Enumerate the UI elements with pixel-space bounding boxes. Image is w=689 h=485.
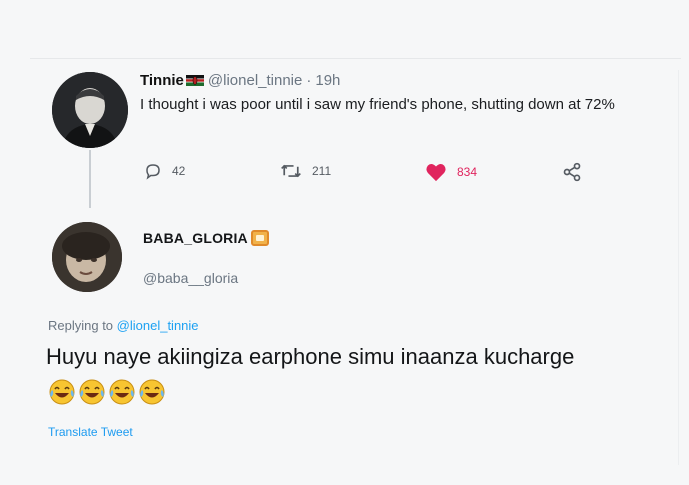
separator: · xyxy=(306,72,312,89)
face-with-tears-of-joy-icon xyxy=(49,379,75,405)
retweet-icon xyxy=(281,164,301,178)
top-divider xyxy=(30,58,681,59)
reply-button[interactable]: 42 xyxy=(144,162,185,180)
face-with-tears-of-joy-icon xyxy=(79,379,105,405)
reply-count: 42 xyxy=(172,164,186,178)
tweet-actions: 42 211 834 xyxy=(140,162,620,186)
kenya-flag-icon xyxy=(185,75,204,86)
avatar[interactable] xyxy=(52,222,122,292)
share-button[interactable] xyxy=(562,162,592,182)
reply-text-block: Huyu naye akiingiza earphone simu inaanz… xyxy=(46,340,606,408)
thread-line xyxy=(89,150,91,208)
avatar-photo xyxy=(52,222,122,292)
reply-text: Huyu naye akiingiza earphone simu inaanz… xyxy=(46,344,575,369)
display-name[interactable]: BABA_GLORIA xyxy=(143,230,248,246)
share-icon xyxy=(563,162,581,182)
face-with-tears-of-joy-icon xyxy=(109,379,135,405)
replying-prefix: Replying to xyxy=(48,318,117,333)
user-handle[interactable]: @baba__gloria xyxy=(143,270,238,286)
translate-tweet-link[interactable]: Translate Tweet xyxy=(48,425,133,439)
mention-link[interactable]: @lionel_tinnie xyxy=(117,318,199,333)
retweet-count: 211 xyxy=(312,164,332,178)
tweet-header: Tinnie @lionel_tinnie · 19h xyxy=(140,72,340,89)
retweet-button[interactable]: 211 xyxy=(280,162,331,180)
tweet-text: I thought i was poor until i saw my frie… xyxy=(140,96,615,113)
heart-icon xyxy=(426,164,446,182)
user-handle[interactable]: @lionel_tinnie xyxy=(208,72,302,89)
badge-icon xyxy=(250,230,269,246)
avatar[interactable] xyxy=(52,72,128,148)
avatar-photo xyxy=(52,72,128,148)
replying-to: Replying to @lionel_tinnie xyxy=(48,318,199,333)
like-button[interactable]: 834 xyxy=(425,162,477,182)
like-count: 834 xyxy=(457,165,478,179)
timestamp[interactable]: 19h xyxy=(315,72,340,89)
right-divider xyxy=(678,70,679,465)
display-name[interactable]: Tinnie xyxy=(140,72,184,89)
emoji-row xyxy=(48,378,168,406)
face-with-tears-of-joy-icon xyxy=(139,379,165,405)
reply-header: BABA_GLORIA xyxy=(143,230,269,246)
reply-icon xyxy=(146,164,160,180)
